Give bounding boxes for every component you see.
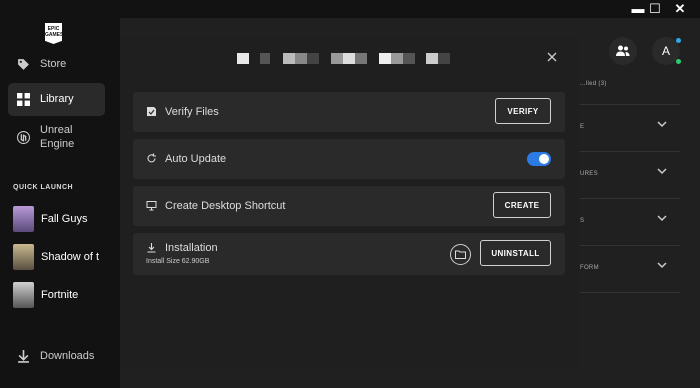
sidebar-item-label: Store [40, 58, 67, 70]
sidebar: EPIC GAMES Store Library Unreal Engine Q… [0, 18, 120, 388]
unreal-icon [17, 131, 30, 144]
avatar[interactable]: A [652, 37, 681, 65]
title-bar: ▬ ☐ ✕ [0, 0, 700, 18]
sidebar-item-label: Downloads [40, 350, 95, 362]
quick-launch-title: QUICK LAUNCH [13, 184, 74, 191]
game-label: Shadow of t [41, 251, 100, 263]
verify-files-label: Verify Files [165, 106, 219, 118]
uninstall-button[interactable]: UNINSTALL [480, 240, 551, 266]
maximize-button[interactable]: ☐ [645, 1, 665, 17]
friends-icon [616, 45, 630, 56]
open-folder-button[interactable] [450, 244, 471, 265]
verify-button[interactable]: VERIFY [495, 98, 551, 124]
sidebar-item-unreal[interactable]: Unreal Engine [8, 119, 105, 159]
sidebar-item-label: Library [40, 93, 74, 105]
sidebar-item-store[interactable]: Store [8, 48, 105, 81]
game-label: Fortnite [41, 289, 79, 301]
sidebar-item-library[interactable]: Library [8, 83, 105, 116]
game-thumbnail [13, 206, 34, 232]
sidebar-item-downloads[interactable]: Downloads [8, 340, 105, 373]
game-thumbnail [13, 282, 34, 308]
auto-update-row: Auto Update [133, 139, 565, 179]
install-icon [147, 243, 156, 253]
install-size: Install Size 62.90GB [146, 258, 210, 265]
library-row[interactable]: FORM [580, 246, 680, 293]
close-icon[interactable] [545, 50, 559, 64]
monitor-icon [146, 201, 157, 211]
notification-dot [676, 38, 681, 43]
installation-label: Installation [165, 242, 218, 254]
game-thumbnail [13, 244, 34, 270]
library-row[interactable]: URES [580, 152, 680, 199]
create-shortcut-button[interactable]: CREATE [493, 192, 551, 218]
grid-icon [17, 93, 30, 106]
desktop-shortcut-row: Create Desktop Shortcut CREATE [133, 186, 565, 226]
chevron-down-icon [657, 121, 667, 128]
toggle-knob [539, 154, 549, 164]
sidebar-item-label: Unreal Engine [40, 124, 75, 150]
epic-logo[interactable]: EPIC GAMES [45, 23, 62, 44]
library-row[interactable]: ...lled (3) [580, 64, 680, 105]
chevron-down-icon [657, 262, 667, 269]
verify-files-row: Verify Files VERIFY [133, 92, 565, 132]
close-window-button[interactable]: ✕ [670, 1, 690, 17]
game-options-modal: Verify Files VERIFY Auto Update Create D… [120, 37, 579, 368]
library-row[interactable]: S [580, 199, 680, 246]
chevron-down-icon [657, 168, 667, 175]
auto-update-toggle[interactable] [527, 152, 551, 166]
chevron-down-icon [657, 215, 667, 222]
folder-icon [455, 250, 466, 259]
library-row[interactable]: E [580, 105, 680, 152]
tag-icon [18, 59, 29, 70]
refresh-icon [147, 153, 156, 163]
desktop-shortcut-label: Create Desktop Shortcut [165, 200, 286, 212]
friends-button[interactable] [609, 37, 637, 65]
auto-update-label: Auto Update [165, 153, 227, 165]
download-icon [18, 350, 29, 363]
verify-icon [147, 107, 156, 116]
game-label: Fall Guys [41, 213, 88, 225]
installation-row: Installation Install Size 62.90GB UNINST… [133, 233, 565, 275]
